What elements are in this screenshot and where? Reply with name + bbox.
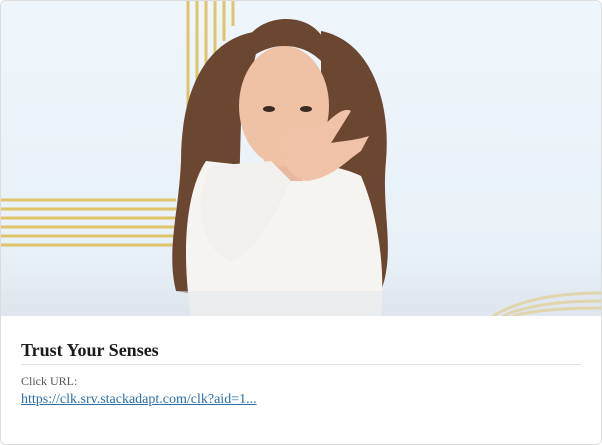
ad-illustration — [1, 1, 601, 316]
ad-info: Trust Your Senses Click URL: https://clk… — [1, 316, 601, 444]
click-url-link[interactable]: https://clk.srv.stackadapt.com/clk?aid=1… — [21, 392, 257, 408]
divider — [21, 364, 581, 365]
ad-image[interactable] — [1, 1, 601, 316]
gold-stripes-horizontal — [1, 198, 176, 247]
ad-title: Trust Your Senses — [21, 340, 159, 360]
click-url-label: Click URL: — [21, 374, 78, 388]
ad-card: Trust Your Senses Click URL: https://clk… — [0, 0, 602, 445]
